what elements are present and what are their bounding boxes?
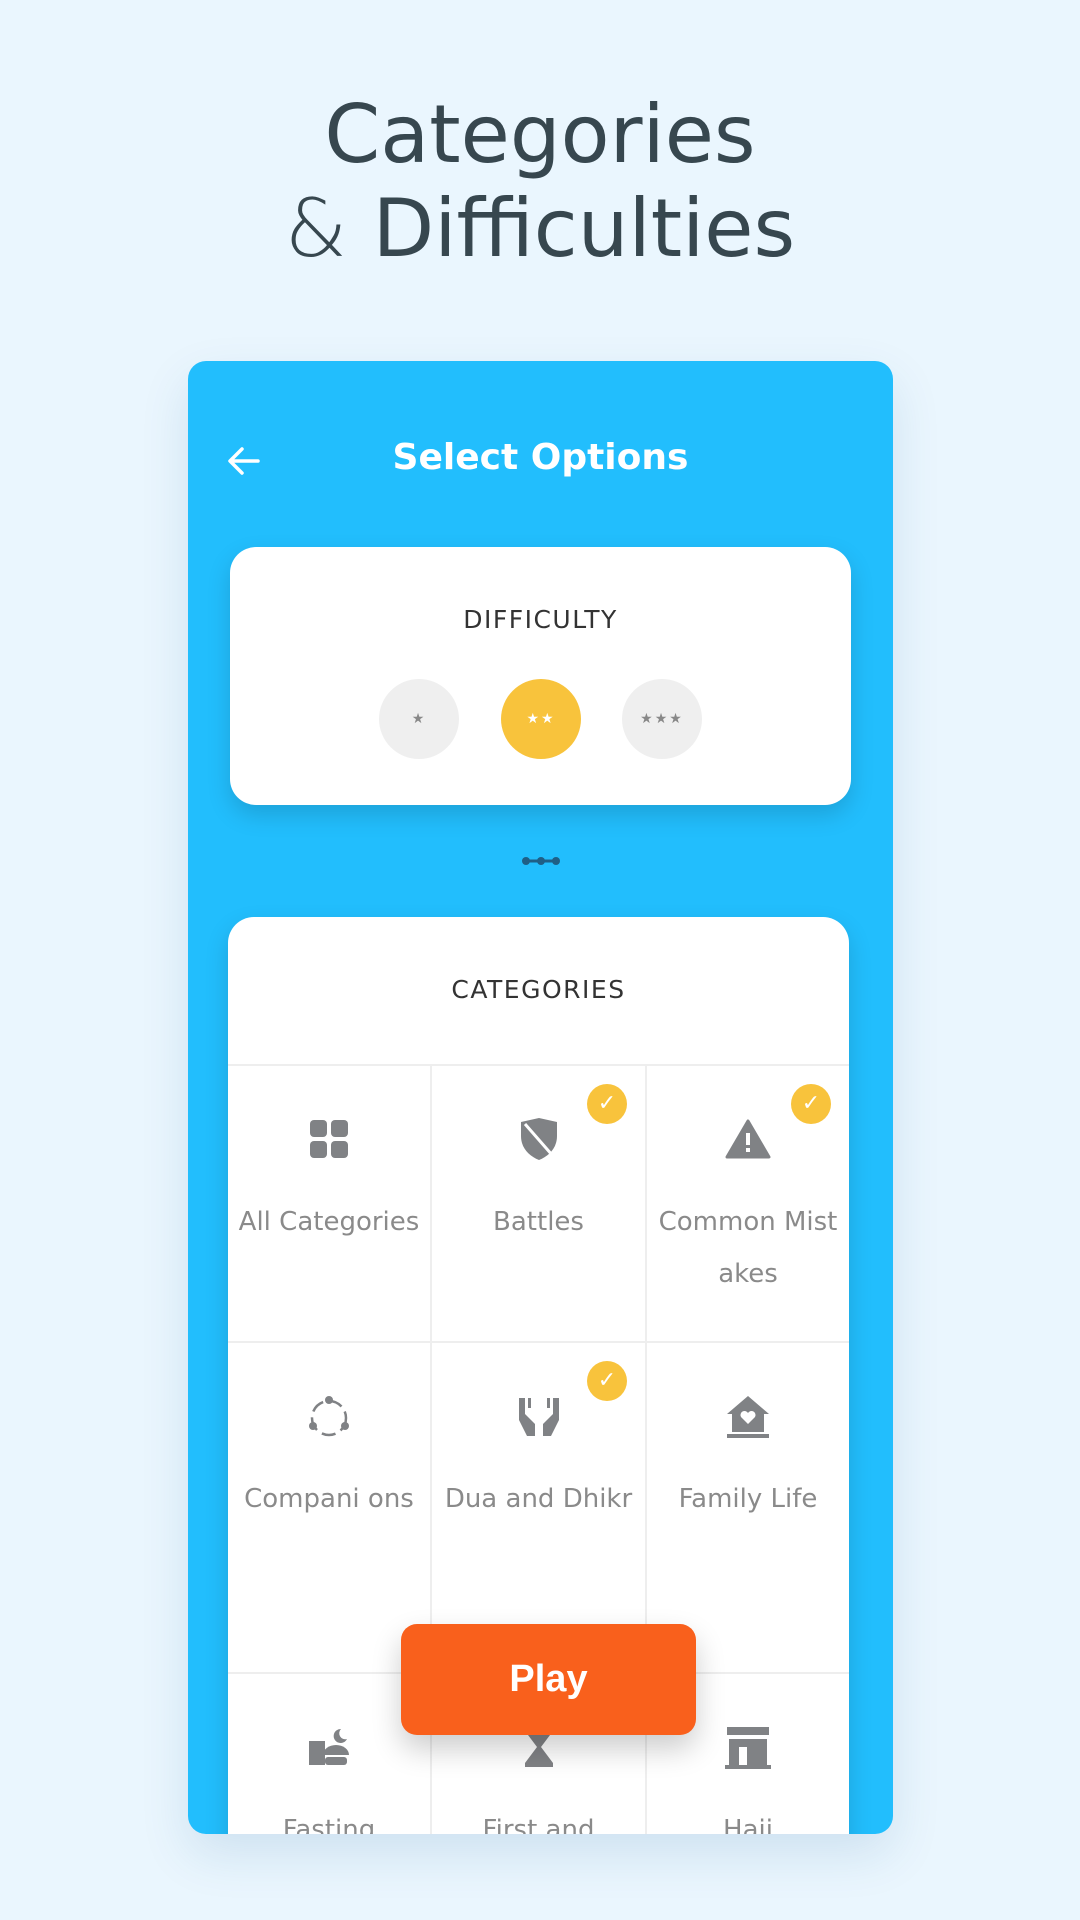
connector-dots-icon [522,857,560,865]
house-heart-icon [647,1391,849,1441]
category-all-categories[interactable]: All Categories [228,1066,432,1343]
category-label: First and [482,1815,595,1834]
checkmark-icon: ✓ [587,1361,627,1401]
categories-grid: All Categories ✓ Battles ✓ Common Mistak… [228,1064,849,1834]
checkmark-icon: ✓ [587,1084,627,1124]
headline: Categories & Difficulties [0,88,1080,276]
category-label: Hajj [723,1815,773,1834]
category-label: Battles [493,1207,584,1237]
category-battles[interactable]: ✓ Battles [432,1066,647,1343]
difficulty-medium-button[interactable]: ★★ [501,679,581,759]
difficulty-hard-button[interactable]: ★★★ [622,679,702,759]
category-label: Compani ons [244,1484,414,1514]
category-label: All Categories [238,1207,420,1237]
categories-label: CATEGORIES [451,975,626,1004]
category-label: Common Mistakes [658,1207,838,1289]
difficulty-easy-button[interactable]: ★ [379,679,459,759]
grid-icon [228,1114,430,1164]
headline-amp: & [284,182,348,275]
checkmark-icon: ✓ [791,1084,831,1124]
category-common-mistakes[interactable]: ✓ Common Mistakes [647,1066,849,1343]
headline-line1: Categories [324,88,756,181]
headline-line2-wrap: & Difficulties [0,182,1080,276]
difficulty-label: DIFFICULTY [463,605,618,634]
category-label: Fasting [282,1815,376,1834]
play-button[interactable]: Play [401,1624,696,1735]
page-title: Select Options [392,437,689,478]
phone-screen: Select Options DIFFICULTY ★ ★★ ★★★ CATEG… [188,361,893,1834]
category-label: Dua and Dhikr [444,1484,633,1514]
food-moon-icon [228,1722,430,1772]
category-companions[interactable]: Compani ons [228,1343,432,1674]
circle-nodes-icon [228,1391,430,1441]
difficulty-card: DIFFICULTY ★ ★★ ★★★ [230,547,851,805]
category-label: Family Life [678,1484,818,1514]
headline-line2: Difficulties [372,182,796,275]
